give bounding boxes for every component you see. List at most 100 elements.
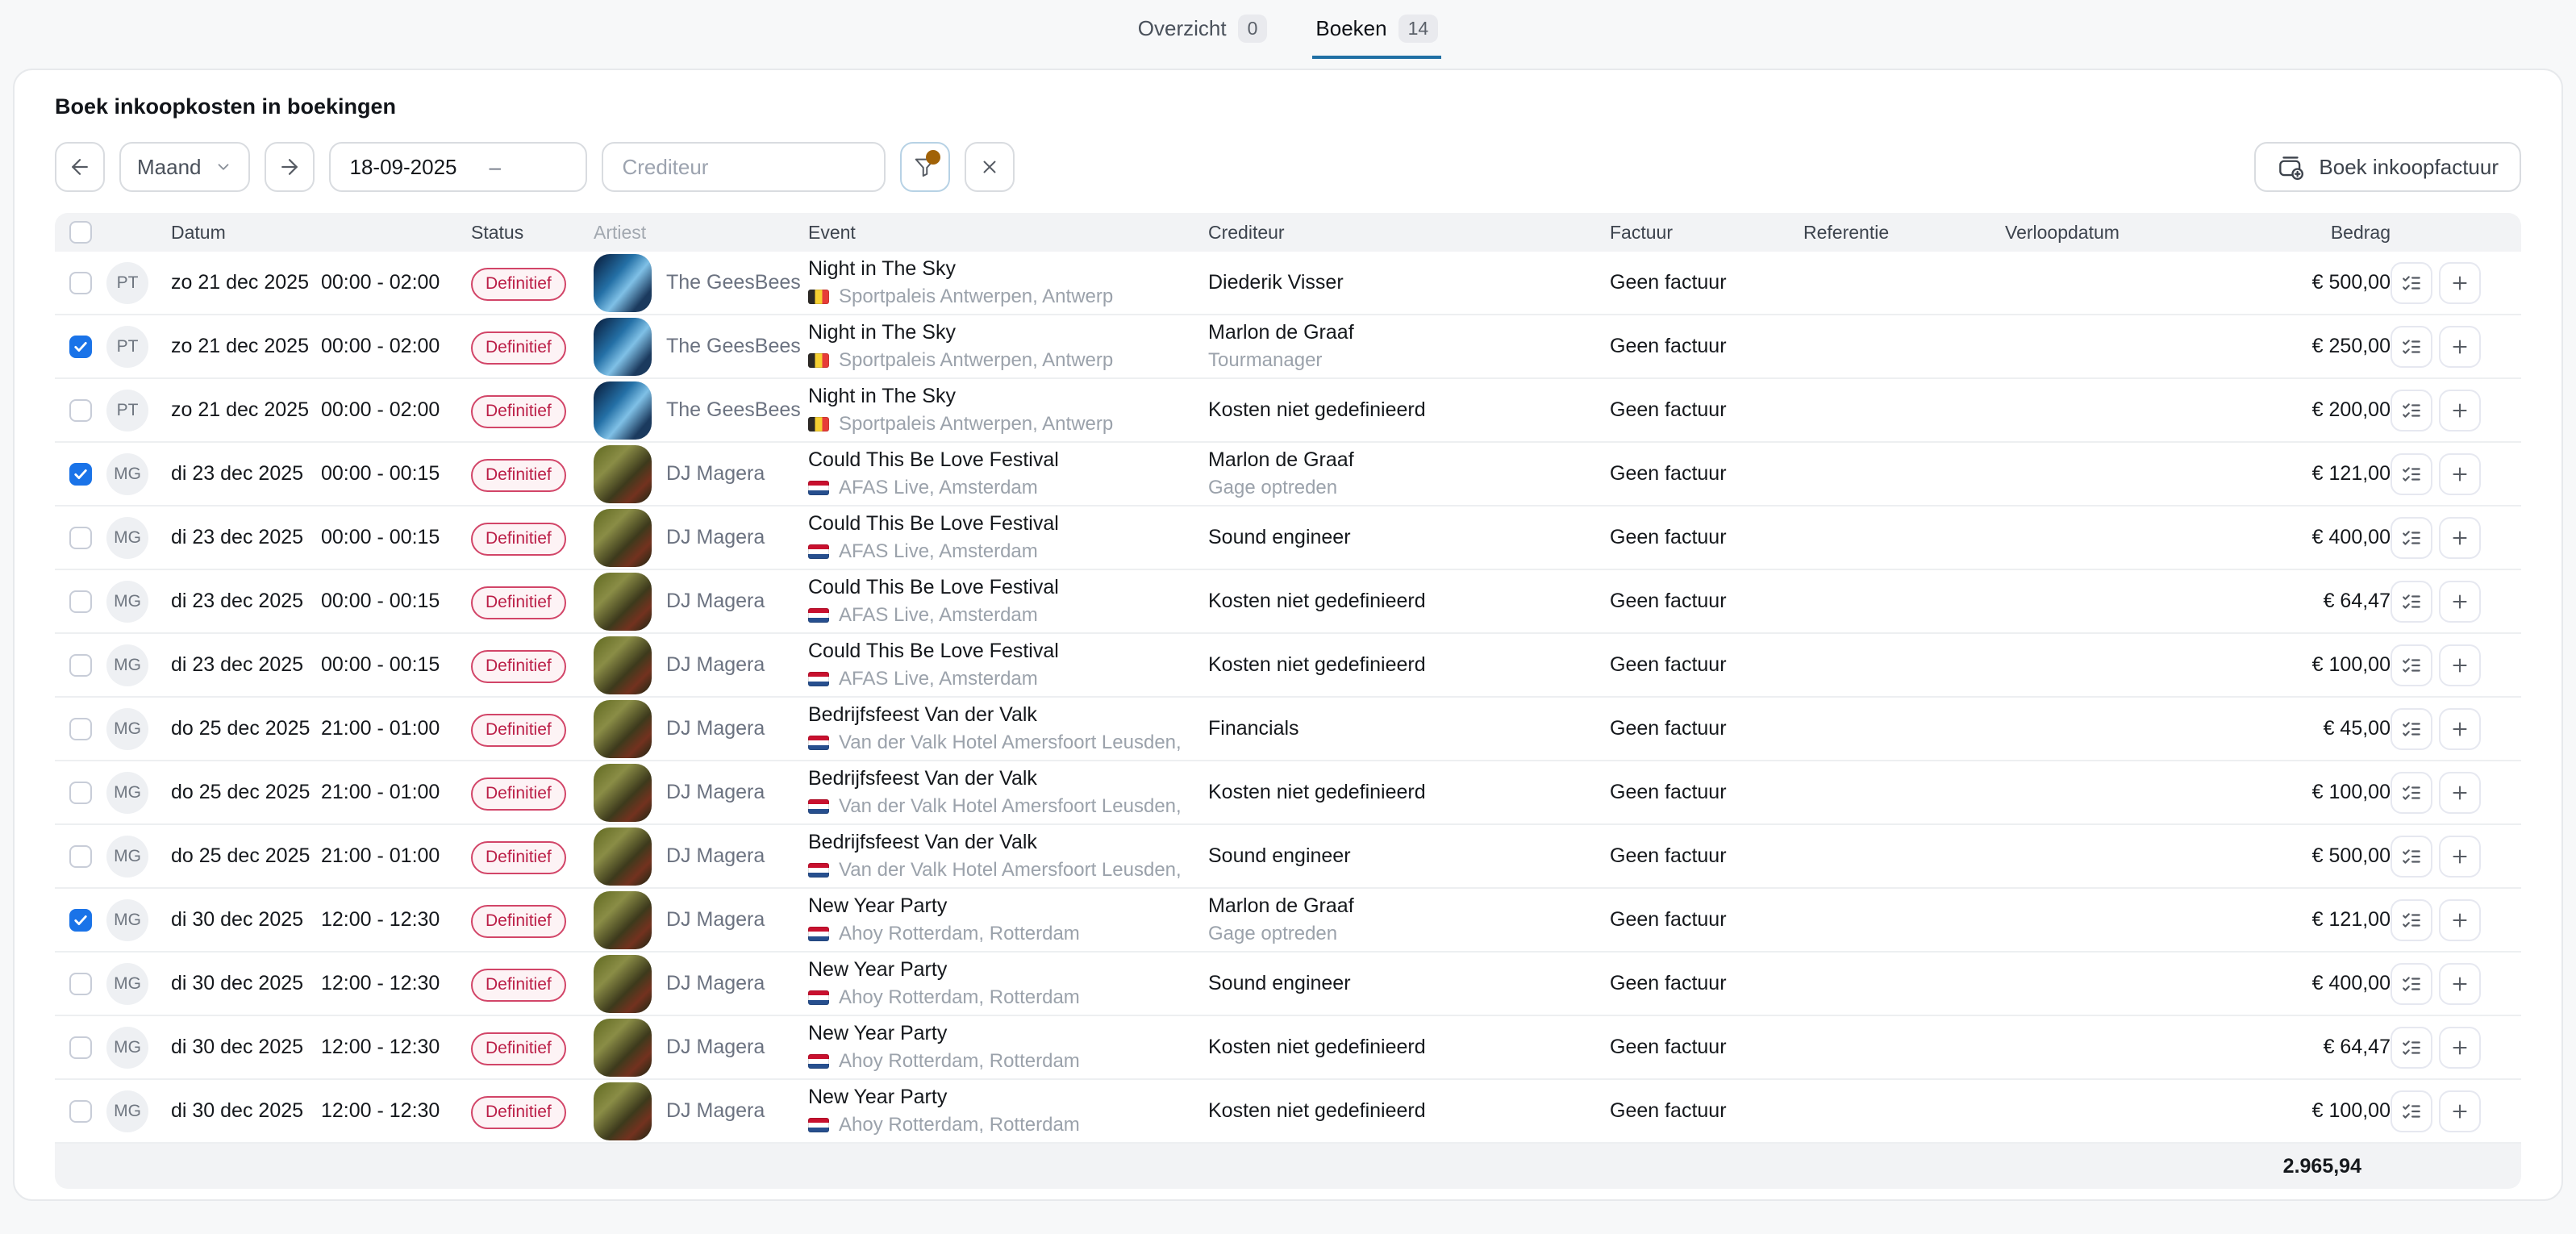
column-header-artiest[interactable]: Artiest — [594, 222, 808, 244]
column-header-crediteur[interactable]: Crediteur — [1208, 222, 1610, 244]
select-all-checkbox[interactable] — [69, 221, 92, 244]
add-cost-button[interactable] — [2439, 517, 2481, 559]
event-cell: Bedrijfsfeest Van der Valk Van der Valk … — [808, 703, 1208, 754]
booking-date: di 30 dec 2025 — [171, 1099, 321, 1123]
event-venue: Van der Valk Hotel Amersfoort Leusden, L… — [808, 732, 1186, 754]
booking-time: 00:00 - 00:15 — [321, 526, 440, 549]
row-select-cell — [55, 527, 106, 549]
row-checkbox[interactable] — [69, 399, 92, 422]
creditor-filter-input[interactable]: Crediteur — [602, 142, 886, 192]
tab-overzicht[interactable]: Overzicht 0 — [1135, 11, 1271, 59]
booking-lines-button[interactable] — [2391, 772, 2432, 814]
add-cost-button[interactable] — [2439, 899, 2481, 941]
booking-lines-button[interactable] — [2391, 262, 2432, 304]
creditor-role: Gage optreden — [1208, 923, 1610, 945]
row-checkbox[interactable] — [69, 1036, 92, 1059]
add-cost-button[interactable] — [2439, 390, 2481, 431]
booking-lines-button[interactable] — [2391, 581, 2432, 623]
booking-lines-button[interactable] — [2391, 708, 2432, 750]
column-header-referentie[interactable]: Referentie — [1803, 222, 2005, 244]
add-cost-button[interactable] — [2439, 772, 2481, 814]
column-header-event[interactable]: Event — [808, 222, 1208, 244]
arrow-left-icon — [68, 155, 92, 179]
add-cost-button[interactable] — [2439, 1027, 2481, 1069]
booking-lines-button[interactable] — [2391, 390, 2432, 431]
booking-lines-button[interactable] — [2391, 453, 2432, 495]
row-checkbox[interactable] — [69, 527, 92, 549]
add-cost-button[interactable] — [2439, 326, 2481, 368]
add-cost-button[interactable] — [2439, 963, 2481, 1005]
add-cost-button[interactable] — [2439, 581, 2481, 623]
booking-lines-button[interactable] — [2391, 517, 2432, 559]
booking-lines-button[interactable] — [2391, 836, 2432, 878]
plus-icon — [2449, 782, 2470, 803]
artist-name: The GeesBees — [666, 271, 801, 294]
row-select-cell — [55, 909, 106, 932]
event-venue-label: Van der Valk Hotel Amersfoort Leusden, L… — [839, 732, 1186, 754]
booking-time: 21:00 - 01:00 — [321, 717, 440, 740]
booking-lines-button[interactable] — [2391, 644, 2432, 686]
row-actions — [2391, 262, 2531, 304]
date-cell: MG di 23 dec 2025 00:00 - 00:15 — [106, 581, 471, 623]
list-checks-icon — [2401, 591, 2422, 612]
date-range-input[interactable]: 18-09-2025 – — [329, 142, 587, 192]
row-checkbox[interactable] — [69, 336, 92, 358]
row-checkbox[interactable] — [69, 272, 92, 294]
row-actions — [2391, 1027, 2531, 1069]
add-cost-button[interactable] — [2439, 453, 2481, 495]
column-header-bedrag[interactable]: Bedrag — [2207, 222, 2391, 244]
artist-avatar — [594, 509, 652, 567]
artist-avatar — [594, 254, 652, 312]
column-header-factuur[interactable]: Factuur — [1610, 222, 1803, 244]
row-checkbox[interactable] — [69, 463, 92, 486]
status-badge: Definitief — [471, 395, 566, 428]
book-purchase-invoice-button[interactable]: Boek inkoopfactuur — [2254, 142, 2521, 192]
event-title: Could This Be Love Festival — [808, 576, 1186, 599]
event-cell: Could This Be Love Festival AFAS Live, A… — [808, 448, 1208, 499]
row-checkbox[interactable] — [69, 654, 92, 677]
row-checkbox[interactable] — [69, 973, 92, 995]
artist-initials-badge: MG — [106, 1090, 148, 1132]
row-checkbox[interactable] — [69, 909, 92, 932]
table-row: MG di 30 dec 2025 12:00 - 12:30 Definiti… — [55, 889, 2521, 953]
list-checks-icon — [2401, 973, 2422, 994]
plus-icon — [2449, 1037, 2470, 1058]
booking-lines-button[interactable] — [2391, 1090, 2432, 1132]
event-title: Bedrijfsfeest Van der Valk — [808, 703, 1186, 727]
table-body: PT zo 21 dec 2025 00:00 - 02:00 Definiti… — [55, 252, 2521, 1144]
row-checkbox[interactable] — [69, 590, 92, 613]
add-cost-button[interactable] — [2439, 836, 2481, 878]
event-title: Bedrijfsfeest Van der Valk — [808, 767, 1186, 790]
tab-boeken[interactable]: Boeken 14 — [1312, 11, 1441, 59]
add-cost-button[interactable] — [2439, 262, 2481, 304]
booking-lines-button[interactable] — [2391, 326, 2432, 368]
row-checkbox[interactable] — [69, 845, 92, 868]
next-period-button[interactable] — [265, 142, 315, 192]
creditor-cell: Diederik Visser — [1208, 271, 1610, 294]
creditor-name: Kosten niet gedefinieerd — [1208, 590, 1610, 613]
column-header-status[interactable]: Status — [471, 222, 594, 244]
clear-filters-button[interactable] — [965, 142, 1015, 192]
status-cell: Definitief — [471, 775, 594, 811]
row-checkbox[interactable] — [69, 718, 92, 740]
period-select[interactable]: Maand — [119, 142, 250, 192]
booking-lines-button[interactable] — [2391, 963, 2432, 1005]
booking-lines-button[interactable] — [2391, 899, 2432, 941]
column-header-datum[interactable]: Datum — [106, 222, 471, 244]
add-cost-button[interactable] — [2439, 708, 2481, 750]
creditor-name: Kosten niet gedefinieerd — [1208, 1036, 1610, 1059]
booking-lines-button[interactable] — [2391, 1027, 2432, 1069]
invoice-cell: Geen factuur — [1610, 398, 1803, 422]
previous-period-button[interactable] — [55, 142, 105, 192]
add-cost-button[interactable] — [2439, 644, 2481, 686]
row-select-cell — [55, 654, 106, 677]
column-header-verloopdatum[interactable]: Verloopdatum — [2005, 222, 2207, 244]
row-checkbox[interactable] — [69, 782, 92, 804]
artist-name: DJ Magera — [666, 908, 765, 932]
add-cost-button[interactable] — [2439, 1090, 2481, 1132]
artist-initials-badge: MG — [106, 453, 148, 495]
row-checkbox[interactable] — [69, 1100, 92, 1123]
artist-name: DJ Magera — [666, 972, 765, 995]
status-cell: Definitief — [471, 839, 594, 874]
filter-button[interactable] — [900, 142, 950, 192]
